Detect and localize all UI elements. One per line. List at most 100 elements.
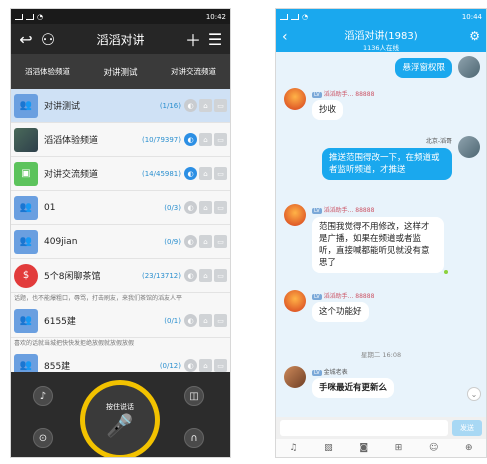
sender-name: LV 滔滔助手... 88888 [312,293,375,300]
channel-row[interactable]: ▣ 对讲交流频道 (14/45981) ◐ ⌂ ▭ [11,157,230,191]
left-phone-screen: ◔ 10:42 ↩ ⚇ 滔滔对讲 ＋ ☰ 滔滔体验频道 对讲测试 对讲交流频道 … [10,8,231,458]
push-to-talk-button[interactable]: 按住说话 🎤 [80,380,160,457]
image-icon[interactable]: ▧ [324,443,333,453]
microphone-icon: 🎤 [106,414,134,439]
user-icon[interactable]: ⚇ [37,28,59,50]
avatar[interactable] [458,56,480,78]
avatar[interactable] [284,204,306,226]
voice-icon[interactable]: ♫ [289,443,297,453]
map-icon[interactable]: ⌂ [199,167,212,180]
headset-icon[interactable]: ◐ [184,235,197,248]
headset-icon[interactable]: ◐ [184,359,197,372]
map-icon[interactable]: ⌂ [199,201,212,214]
map-icon[interactable]: ⌂ [199,133,212,146]
map-icon[interactable]: ⌂ [199,359,212,372]
avatar[interactable] [284,366,306,388]
chat-icon[interactable]: ▭ [214,167,227,180]
chat-icon[interactable]: ▭ [214,269,227,282]
headset-icon[interactable]: ◐ [184,99,197,112]
message-bubble[interactable]: 抄收 [312,100,344,120]
channel-count: (0/1) [164,316,181,325]
avatar[interactable] [284,290,306,312]
message-bubble[interactable]: 悬浮窗权限 [395,58,452,78]
location-icon[interactable]: ⊙ [33,428,53,448]
channel-name: 6155建 [44,317,76,327]
message-bubble[interactable]: 推送范围得改一下，在频道或者监听频道，才推送 [322,148,452,180]
add-icon[interactable]: ＋ [182,28,204,50]
message-bubble[interactable]: 范围我觉得不用修改，这样才是广播，如果在频道或者监听，直接喊都能听见就没有意思了 [312,217,444,273]
group-avatar-icon: 👥 [14,229,38,254]
online-count: 1136人在线 [362,44,400,52]
channel-row[interactable]: 👥 对讲测试 (1/16) ◐ ⌂ ▭ [11,89,230,123]
channel-count: (10/79397) [142,135,181,144]
group-avatar-icon: 👥 [14,93,38,118]
sender-name: LV 滔滔助手... 88888 [312,91,375,98]
channel-name: 对讲交流频道 [44,170,99,180]
channel-name: 409jian [44,236,78,247]
signal-icons: ◔ [280,13,308,21]
tab-test[interactable]: 对讲测试 [84,66,157,78]
ptt-label: 按住说话 [106,403,134,411]
send-button[interactable]: 发送 [452,420,482,436]
channel-count: (0/12) [159,361,181,370]
tab-exchange[interactable]: 对讲交流频道 [157,66,230,77]
chat-icon[interactable]: ▭ [214,359,227,372]
map-icon[interactable]: ⌂ [199,99,212,112]
tab-experience[interactable]: 滔滔体验频道 [11,66,84,77]
scroll-down-icon[interactable]: ⌄ [467,387,481,401]
channel-name: 01 [44,202,56,213]
mode-icon[interactable]: ◫ [184,386,204,406]
back-icon[interactable]: ↩ [15,28,37,50]
right-phone-screen: ◔ 10:44 ‹ 滔滔对讲(1983) 1136人在线 ⚙ 悬浮窗权限 LV 滔… [275,8,487,458]
app-header: ↩ ⚇ 滔滔对讲 ＋ ☰ [11,24,230,54]
speaker-icon[interactable]: ♪ [33,386,53,406]
chat-header: ‹ 滔滔对讲(1983) 1136人在线 ⚙ [276,24,486,52]
read-dot [444,270,448,274]
channel-tabs: 滔滔体验频道 对讲测试 对讲交流频道 [11,54,230,89]
avatar[interactable] [458,136,480,158]
headphone-icon[interactable]: ∩ [184,428,204,448]
chat-icon[interactable]: ▭ [214,99,227,112]
gift-icon[interactable]: ⊞ [395,443,403,453]
sender-name: 北京-滔哥 [425,138,452,145]
channel-row[interactable]: 👥 6155建 (0/1) ◐ ⌂ ▭ [11,304,230,338]
camera-icon[interactable]: ◙ [359,443,368,453]
channel-count: (0/9) [164,237,181,246]
map-icon[interactable]: ⌂ [199,235,212,248]
sender-name: LV 滔滔助手... 88888 [312,207,375,214]
headset-icon[interactable]: ◐ [184,269,197,282]
chat-icon[interactable]: ▭ [214,235,227,248]
channel-notice: 话题，也不能爆粗口，辱骂，打击刷友，来我们茶馆的滔友人平 [11,293,230,304]
group-avatar-icon: 👥 [14,308,38,333]
plus-icon[interactable]: ⊕ [465,443,473,453]
group-avatar-icon: 👥 [14,195,38,220]
channel-row[interactable]: $ 5个8闲聊茶馆 (23/13712) ◐ ⌂ ▭ [11,259,230,293]
chat-icon[interactable]: ▭ [214,314,227,327]
headset-icon[interactable]: ◐ [184,201,197,214]
signal-icons: ◔ [15,13,43,21]
settings-icon[interactable]: ⚙ [469,29,480,43]
avatar[interactable] [284,88,306,110]
message-bubble[interactable]: 手咪最近有更新么 [312,378,395,398]
chat-icon[interactable]: ▭ [214,201,227,214]
status-time: 10:42 [205,12,226,21]
map-icon[interactable]: ⌂ [199,314,212,327]
emoji-icon[interactable]: ☺ [429,443,438,453]
chat-icon[interactable]: ▭ [214,133,227,146]
channel-name: 855建 [44,362,71,372]
headset-icon[interactable]: ◐ [184,133,197,146]
channel-row[interactable]: 👥 409jian (0/9) ◐ ⌂ ▭ [11,225,230,259]
headset-icon[interactable]: ◐ [184,314,197,327]
channel-list: 👥 对讲测试 (1/16) ◐ ⌂ ▭ 滔滔体验频道 (10/79397) ◐ ⌂ ▭ … [11,89,230,383]
channel-row[interactable]: 👥 01 (0/3) ◐ ⌂ ▭ [11,191,230,225]
map-icon[interactable]: ⌂ [199,269,212,282]
channel-count: (1/16) [159,101,181,110]
back-icon[interactable]: ‹ [282,29,288,45]
menu-icon[interactable]: ☰ [204,28,226,50]
channel-count: (23/13712) [142,271,181,280]
channel-row[interactable]: 滔滔体验频道 (10/79397) ◐ ⌂ ▭ [11,123,230,157]
message-bubble[interactable]: 这个功能好 [312,302,369,322]
message-input[interactable] [280,420,448,436]
app-title: 滔滔对讲 [96,32,145,47]
headset-icon[interactable]: ◐ [184,167,197,180]
